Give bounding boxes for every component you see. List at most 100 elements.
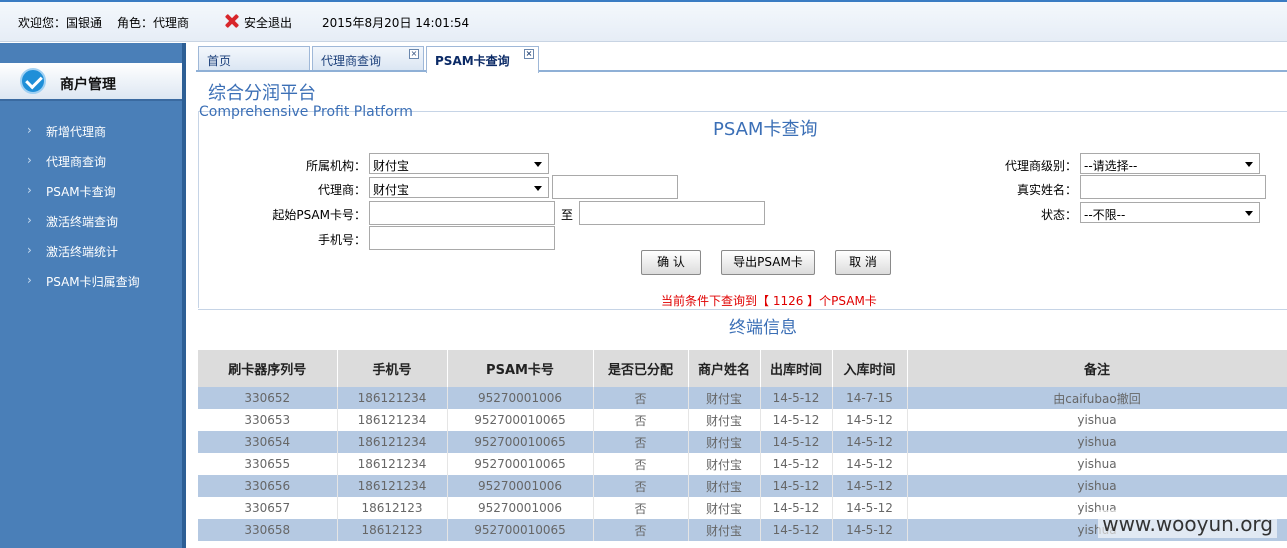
table-cell: 财付宝 <box>688 431 761 453</box>
cancel-button[interactable]: 取 消 <box>835 250 891 275</box>
table-row[interactable]: 330654 186121234 952700010065 否财付宝 14-5-12 14… <box>198 431 1287 453</box>
table-cell: 否 <box>593 453 689 475</box>
table-cell: 186121234 <box>337 475 448 497</box>
column-header[interactable]: 入库时间 <box>832 350 908 387</box>
sidebar-item-agent-query[interactable]: 代理商查询 <box>27 153 107 170</box>
watermark-text: www.wooyun.org <box>1098 510 1277 538</box>
table-cell: yishua <box>907 475 1287 497</box>
sidebar-item-add-agent[interactable]: 新增代理商 <box>27 123 107 140</box>
welcome-text: 欢迎您：国银通 <box>18 16 103 30</box>
check-icon <box>20 68 46 94</box>
section-title: 终端信息 <box>729 318 797 338</box>
column-header[interactable]: 刷卡器序列号 <box>198 350 338 387</box>
agent-level-select[interactable]: --请选择-- <box>1080 153 1260 174</box>
agent-text-input[interactable] <box>552 175 678 199</box>
table-cell: 95270001006 <box>447 387 594 409</box>
column-header[interactable]: 出库时间 <box>760 350 833 387</box>
tab-bar: 首页 代理商查询 × PSAM卡查询 × <box>196 44 1287 73</box>
close-icon[interactable]: × <box>409 49 419 59</box>
agent-select[interactable]: 财付宝 <box>369 177 549 198</box>
column-header[interactable]: 商户姓名 <box>688 350 761 387</box>
phone-label: 手机号： <box>317 233 366 247</box>
sidebar-item-psam-owner-query[interactable]: PSAM卡归属查询 <box>27 273 140 290</box>
divider <box>198 309 1287 310</box>
to-label: 至 <box>561 208 574 222</box>
table-cell: 否 <box>593 475 689 497</box>
sidebar-item-active-terminal-stats[interactable]: 激活终端统计 <box>27 243 119 260</box>
table-cell: 330652 <box>198 387 338 409</box>
tab-label: PSAM卡查询 <box>435 54 510 68</box>
end-psam-input[interactable] <box>579 201 765 225</box>
sidebar-item-label: 代理商查询 <box>46 155 107 169</box>
table-cell: 财付宝 <box>688 519 761 541</box>
table-cell: 330654 <box>198 431 338 453</box>
org-select[interactable]: 财付宝 <box>369 153 549 174</box>
sidebar-item-active-terminal-query[interactable]: 激活终端查询 <box>27 213 119 230</box>
datetime-text: 2015年8月20日 14:01:54 <box>322 16 470 30</box>
table-row[interactable]: 330656 186121234 95270001006 否财付宝 14-5-12 14-… <box>198 475 1287 497</box>
sidebar-header[interactable]: 商户管理 <box>0 63 182 101</box>
table-cell: 财付宝 <box>688 387 761 409</box>
table-cell: 14-5-12 <box>760 475 833 497</box>
tab-label: 首页 <box>207 54 232 68</box>
table-cell: 财付宝 <box>688 497 761 519</box>
table-header-row: 刷卡器序列号 手机号 PSAM卡号 是否已分配 商户姓名 出库时间 入库时间 备… <box>198 350 1287 387</box>
table-cell: 否 <box>593 497 689 519</box>
column-header[interactable]: PSAM卡号 <box>447 350 594 387</box>
tab-agent-query[interactable]: 代理商查询 × <box>312 46 424 70</box>
status-label: 状态： <box>1040 208 1077 222</box>
table-cell: 330657 <box>198 497 338 519</box>
sidebar: 商户管理 新增代理商 代理商查询 PSAM卡查询 激活终端查询 激活终端统计 P… <box>0 43 186 548</box>
sidebar-item-label: PSAM卡查询 <box>46 185 116 199</box>
table-cell: 14-5-12 <box>760 497 833 519</box>
agent-label: 代理商： <box>317 183 366 197</box>
table-cell: 14-5-12 <box>832 431 908 453</box>
platform-title: 综合分润平台 <box>208 83 316 104</box>
table-cell: 330656 <box>198 475 338 497</box>
tab-home[interactable]: 首页 <box>198 46 310 70</box>
table-cell: 330653 <box>198 409 338 431</box>
column-header[interactable]: 是否已分配 <box>593 350 689 387</box>
sidebar-item-label: 激活终端查询 <box>46 215 119 229</box>
status-select[interactable]: --不限-- <box>1080 202 1260 223</box>
logout-link[interactable]: 安全退出 <box>244 14 292 31</box>
close-icon[interactable]: × <box>524 49 534 59</box>
realname-label: 真实姓名： <box>1016 183 1077 197</box>
column-header[interactable]: 手机号 <box>337 350 448 387</box>
table-cell: 财付宝 <box>688 475 761 497</box>
table-row[interactable]: 330655 186121234 952700010065 否财付宝 14-5-12 14… <box>198 453 1287 475</box>
table-cell: 14-5-12 <box>832 475 908 497</box>
table-cell: 95270001006 <box>447 497 594 519</box>
tab-psam-query[interactable]: PSAM卡查询 × <box>426 46 539 73</box>
table-cell: yishua <box>907 409 1287 431</box>
top-bar: 欢迎您：国银通 角色：代理商 安全退出 2015年8月20日 14:01:54 <box>0 0 1287 42</box>
realname-input[interactable] <box>1080 175 1266 199</box>
table-row[interactable]: 330652 186121234 95270001006 否财付宝 14-5-12 14-… <box>198 387 1287 409</box>
column-header[interactable]: 备注 <box>907 350 1287 387</box>
close-icon[interactable] <box>224 13 240 29</box>
table-cell: 18612123 <box>337 497 448 519</box>
table-cell: 14-5-12 <box>760 519 833 541</box>
export-psam-button[interactable]: 导出PSAM卡 <box>721 250 815 275</box>
table-cell: 14-5-12 <box>760 431 833 453</box>
table-cell: 186121234 <box>337 453 448 475</box>
table-cell: 14-5-12 <box>760 453 833 475</box>
table-cell: 95270001006 <box>447 475 594 497</box>
sidebar-item-psam-query[interactable]: PSAM卡查询 <box>27 183 116 200</box>
table-cell: 952700010065 <box>447 453 594 475</box>
start-psam-input[interactable] <box>369 201 555 225</box>
confirm-button[interactable]: 确 认 <box>641 250 701 275</box>
table-cell: 952700010065 <box>447 431 594 453</box>
table-cell: 14-7-15 <box>832 387 908 409</box>
sidebar-item-label: 新增代理商 <box>46 125 107 139</box>
table-cell: 330655 <box>198 453 338 475</box>
phone-input[interactable] <box>369 226 555 250</box>
table-cell: 330658 <box>198 519 338 541</box>
table-cell: 否 <box>593 431 689 453</box>
sidebar-item-label: 激活终端统计 <box>46 245 119 259</box>
table-row[interactable]: 330653 186121234 952700010065 否财付宝 14-5-12 14… <box>198 409 1287 431</box>
table-cell: 14-5-12 <box>832 453 908 475</box>
table-cell: 18612123 <box>337 519 448 541</box>
result-count-text: 当前条件下查询到【 1126 】个PSAM卡 <box>661 294 877 308</box>
table-cell: 952700010065 <box>447 519 594 541</box>
